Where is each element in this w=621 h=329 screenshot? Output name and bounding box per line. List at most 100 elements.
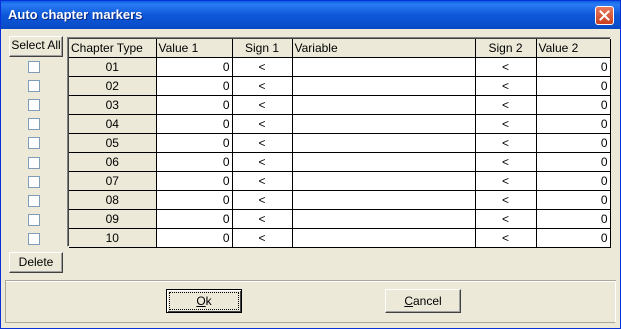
- sign2-cell[interactable]: <: [475, 209, 537, 229]
- table-row: 01 0 < <0: [69, 57, 611, 77]
- variable-cell[interactable]: [292, 209, 476, 229]
- row-checkbox[interactable]: [28, 194, 40, 207]
- sign1-cell[interactable]: <: [232, 133, 293, 153]
- value1-cell[interactable]: 0: [156, 114, 233, 134]
- row-checkbox[interactable]: [28, 137, 40, 150]
- footer-frame: [5, 281, 616, 323]
- value1-cell[interactable]: 0: [156, 57, 233, 77]
- header-variable[interactable]: Variable: [292, 39, 476, 58]
- value1-cell[interactable]: 0: [156, 209, 233, 229]
- ok-button[interactable]: Ok: [166, 289, 242, 313]
- value1-cell[interactable]: 0: [156, 76, 233, 96]
- table-row: 05 0 < <0: [69, 133, 611, 153]
- chapter-type-cell: 09: [69, 209, 157, 229]
- sign2-cell[interactable]: <: [475, 228, 537, 248]
- table-row: 10 0 < <0: [69, 228, 611, 248]
- value1-cell[interactable]: 0: [156, 190, 233, 210]
- cancel-button[interactable]: Cancel: [385, 289, 461, 313]
- value2-cell[interactable]: 0: [536, 171, 611, 191]
- sign2-cell[interactable]: <: [475, 190, 537, 210]
- sign2-cell[interactable]: <: [475, 152, 537, 172]
- sign1-cell[interactable]: <: [232, 57, 293, 77]
- chapter-type-cell: 04: [69, 114, 157, 134]
- header-value1[interactable]: Value 1: [156, 39, 233, 58]
- value2-cell[interactable]: 0: [536, 133, 611, 153]
- value2-cell[interactable]: 0: [536, 228, 611, 248]
- ok-mnemonic: O: [196, 294, 206, 308]
- value2-cell[interactable]: 0: [536, 209, 611, 229]
- row-checkbox[interactable]: [28, 232, 40, 245]
- title-bar[interactable]: Auto chapter markers: [1, 1, 620, 29]
- table-row: 08 0 < <0: [69, 190, 611, 210]
- chapter-type-cell: 02: [69, 76, 157, 96]
- sign2-cell[interactable]: <: [475, 133, 537, 153]
- table-row: 06 0 < <0: [69, 152, 611, 172]
- value1-cell[interactable]: 0: [156, 133, 233, 153]
- row-checkbox[interactable]: [28, 118, 40, 131]
- close-icon: [599, 10, 610, 21]
- sign1-cell[interactable]: <: [232, 228, 293, 248]
- value1-cell[interactable]: 0: [156, 95, 233, 115]
- cancel-mnemonic: C: [404, 294, 413, 308]
- sign1-cell[interactable]: <: [232, 190, 293, 210]
- sign2-cell[interactable]: <: [475, 171, 537, 191]
- chapter-type-cell: 03: [69, 95, 157, 115]
- row-checkbox[interactable]: [28, 156, 40, 169]
- value1-cell[interactable]: 0: [156, 228, 233, 248]
- value2-cell[interactable]: 0: [536, 114, 611, 134]
- variable-cell[interactable]: [292, 152, 476, 172]
- chapter-type-cell: 07: [69, 171, 157, 191]
- table-row: 03 0 < <0: [69, 95, 611, 115]
- row-checkbox[interactable]: [28, 99, 40, 112]
- ok-focus-rect: Ok: [169, 292, 239, 310]
- sign1-cell[interactable]: <: [232, 114, 293, 134]
- value2-cell[interactable]: 0: [536, 95, 611, 115]
- variable-cell[interactable]: [292, 228, 476, 248]
- variable-cell[interactable]: [292, 190, 476, 210]
- header-sign2[interactable]: Sign 2: [475, 39, 537, 58]
- table-row: 02 0 < <0: [69, 76, 611, 96]
- variable-cell[interactable]: [292, 95, 476, 115]
- sign2-cell[interactable]: <: [475, 57, 537, 77]
- sign1-cell[interactable]: <: [232, 171, 293, 191]
- sign1-cell[interactable]: <: [232, 76, 293, 96]
- header-chapter-type[interactable]: Chapter Type: [69, 39, 157, 58]
- chapter-type-cell: 06: [69, 152, 157, 172]
- sign1-cell[interactable]: <: [232, 209, 293, 229]
- dialog-window: Auto chapter markers Select All Chapter …: [0, 0, 621, 329]
- chapter-table: Chapter Type Value 1 Sign 1 Variable Sig…: [69, 39, 611, 248]
- chapter-grid: Chapter Type Value 1 Sign 1 Variable Sig…: [67, 37, 611, 248]
- variable-cell[interactable]: [292, 171, 476, 191]
- variable-cell[interactable]: [292, 114, 476, 134]
- ok-label-rest: k: [205, 294, 212, 308]
- variable-cell[interactable]: [292, 133, 476, 153]
- chapter-type-cell: 08: [69, 190, 157, 210]
- row-checkbox[interactable]: [28, 80, 40, 93]
- value1-cell[interactable]: 0: [156, 171, 233, 191]
- value2-cell[interactable]: 0: [536, 190, 611, 210]
- value2-cell[interactable]: 0: [536, 152, 611, 172]
- row-checkbox[interactable]: [28, 175, 40, 188]
- select-all-button[interactable]: Select All: [9, 36, 63, 57]
- variable-cell[interactable]: [292, 57, 476, 77]
- sign1-cell[interactable]: <: [232, 152, 293, 172]
- delete-button[interactable]: Delete: [9, 252, 63, 273]
- sign2-cell[interactable]: <: [475, 76, 537, 96]
- value2-cell[interactable]: 0: [536, 76, 611, 96]
- table-row: 04 0 < <0: [69, 114, 611, 134]
- sign2-cell[interactable]: <: [475, 114, 537, 134]
- header-sign1[interactable]: Sign 1: [232, 39, 293, 58]
- cancel-label-rest: ancel: [412, 294, 442, 308]
- value1-cell[interactable]: 0: [156, 152, 233, 172]
- row-checkbox[interactable]: [28, 213, 40, 226]
- close-button[interactable]: [595, 6, 614, 25]
- chapter-type-cell: 01: [69, 57, 157, 77]
- table-row: 07 0 < <0: [69, 171, 611, 191]
- value2-cell[interactable]: 0: [536, 57, 611, 77]
- sign1-cell[interactable]: <: [232, 95, 293, 115]
- variable-cell[interactable]: [292, 76, 476, 96]
- sign2-cell[interactable]: <: [475, 95, 537, 115]
- row-checkbox[interactable]: [28, 61, 40, 73]
- window-title: Auto chapter markers: [8, 7, 143, 22]
- header-value2[interactable]: Value 2: [536, 39, 611, 58]
